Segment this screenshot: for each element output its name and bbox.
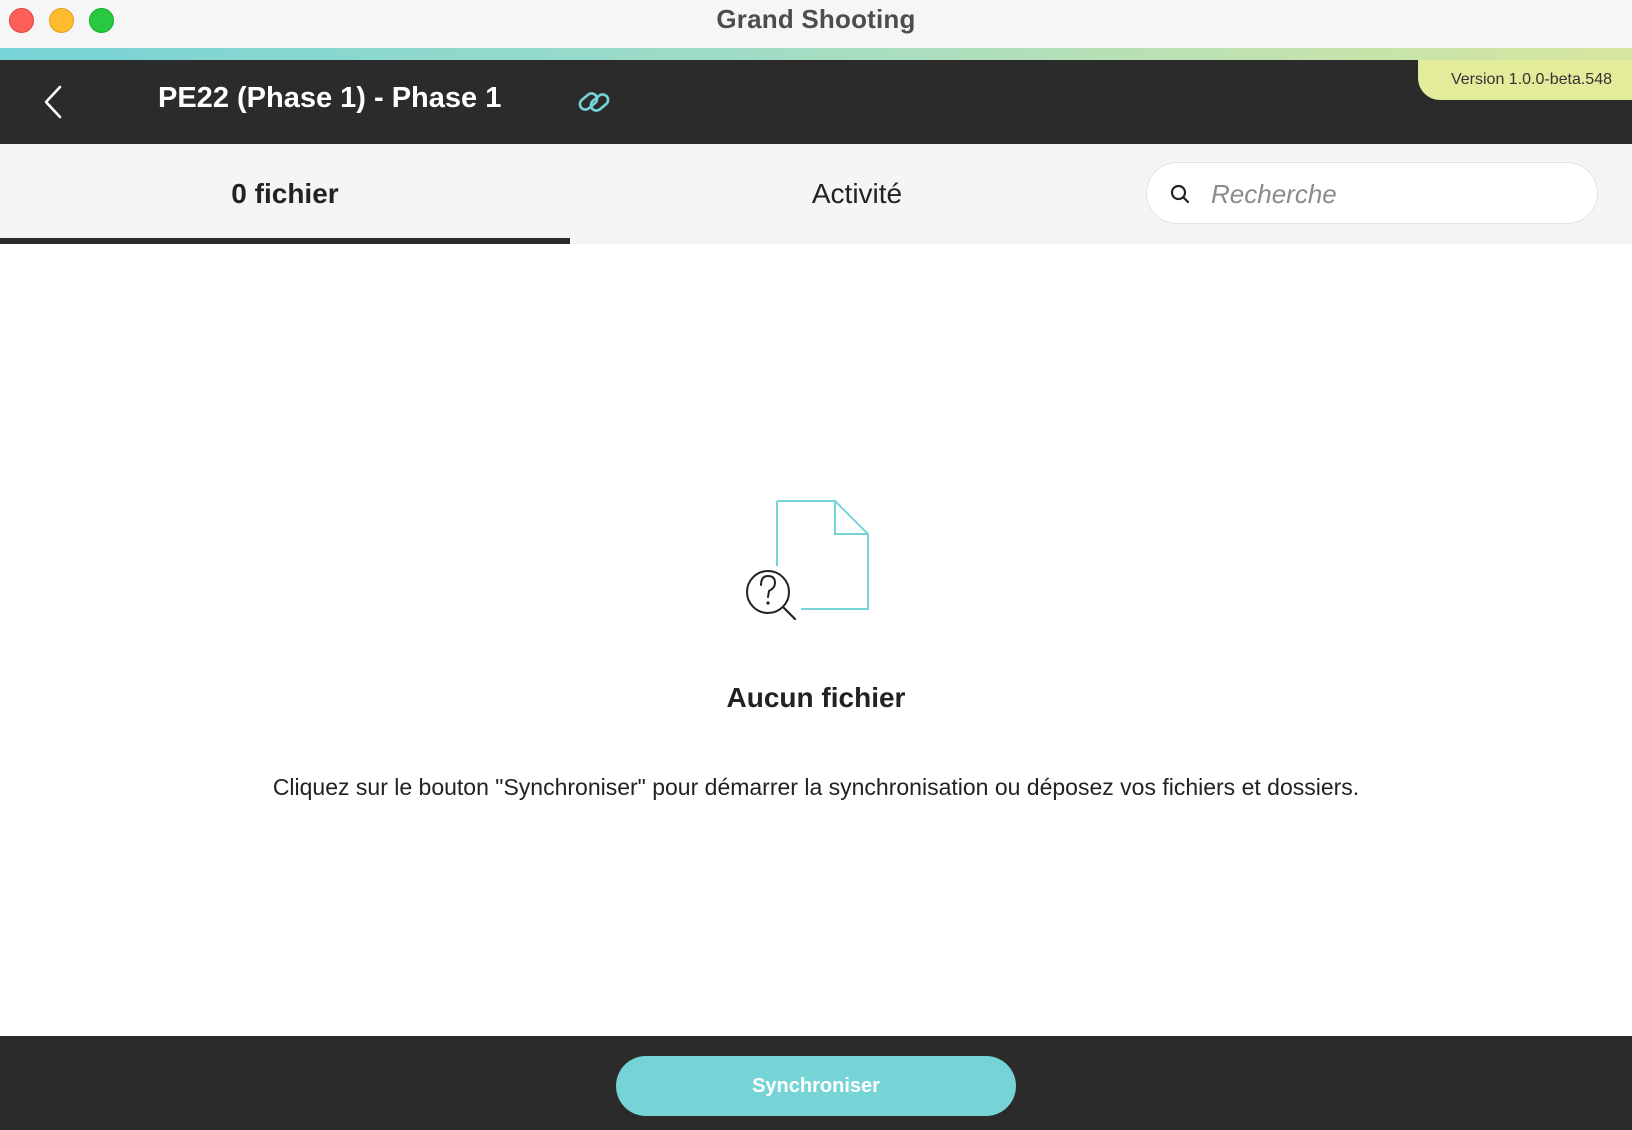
chevron-left-icon: [44, 85, 62, 119]
version-badge: Version 1.0.0-beta.548: [1418, 60, 1632, 100]
tab-files-label: 0 fichier: [231, 178, 339, 209]
tab-activity[interactable]: Activité: [572, 144, 1142, 244]
accent-gradient-strip: [0, 48, 1632, 60]
file-search-icon: [746, 500, 869, 621]
link-icon: [578, 92, 610, 112]
file-list-area: Aucun fichier Cliquez sur le bouton "Syn…: [0, 244, 1632, 1036]
page-title: PE22 (Phase 1) - Phase 1: [158, 82, 502, 114]
window-title: Grand Shooting: [716, 4, 916, 34]
search-box[interactable]: [1146, 162, 1598, 224]
tab-activity-label: Activité: [811, 178, 903, 209]
search-icon: [1170, 184, 1190, 204]
empty-state-title: Aucun fichier: [726, 682, 906, 713]
tab-files[interactable]: 0 fichier: [0, 144, 570, 244]
footer-bar: Synchroniser: [0, 1036, 1632, 1130]
link-button[interactable]: [574, 82, 614, 122]
back-button[interactable]: [36, 78, 76, 126]
sync-button[interactable]: Synchroniser: [616, 1056, 1016, 1116]
project-header: PE22 (Phase 1) - Phase 1 Version 1.0.0-b…: [0, 60, 1632, 144]
search-input[interactable]: [1209, 173, 1579, 215]
window-titlebar: Grand Shooting: [0, 0, 1632, 48]
tabs-bar: 0 fichier Activité: [0, 144, 1632, 244]
empty-state-description: Cliquez sur le bouton "Synchroniser" pou…: [272, 774, 1360, 800]
